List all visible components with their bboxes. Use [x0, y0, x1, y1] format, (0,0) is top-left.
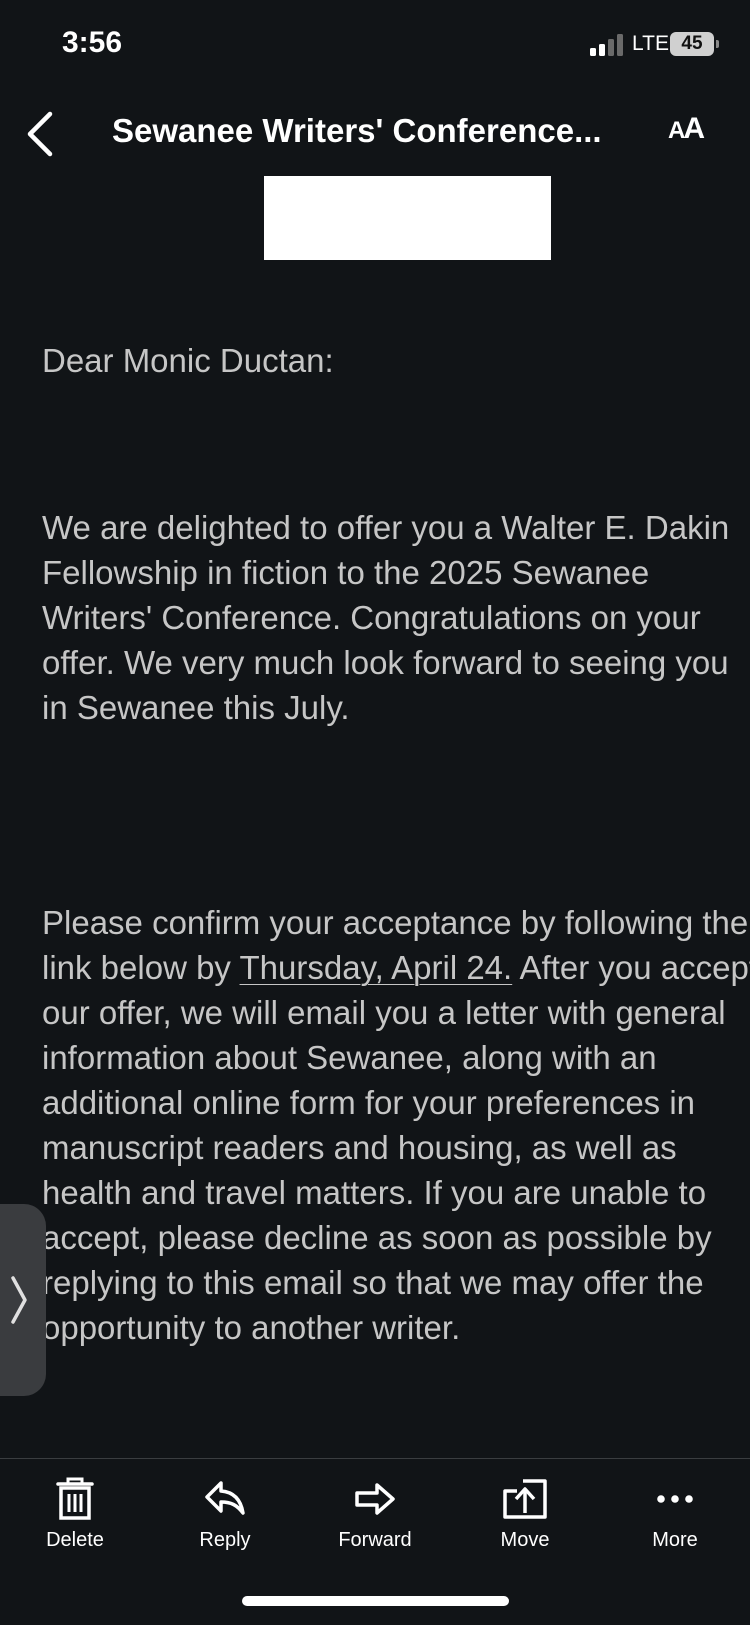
chevron-left-icon — [27, 111, 53, 157]
reply-label: Reply — [199, 1529, 251, 1551]
text-size-button[interactable]: AA — [668, 112, 705, 146]
battery-level: 45 — [681, 33, 703, 54]
deadline-date-link[interactable]: Thursday, April 24. — [240, 949, 513, 986]
move-button[interactable]: Move — [465, 1477, 585, 1552]
status-bar: 3:56 LTE 45 — [0, 0, 750, 90]
forward-button[interactable]: Forward — [315, 1477, 435, 1552]
move-label: Move — [500, 1529, 550, 1551]
forward-label: Forward — [338, 1529, 412, 1551]
nav-bar: Sewanee Writers' Conference... AA — [0, 90, 750, 176]
confirm-text-after: After you accept our offer, we will emai… — [42, 949, 750, 1346]
email-header-image — [264, 176, 551, 260]
email-subject-title: Sewanee Writers' Conference... — [112, 112, 602, 149]
more-label: More — [652, 1529, 698, 1551]
reply-button[interactable]: Reply — [165, 1477, 285, 1552]
delete-button[interactable]: Delete — [15, 1477, 135, 1552]
side-panel-handle[interactable] — [0, 1204, 46, 1396]
signal-icon — [590, 34, 623, 56]
folder-move-icon — [503, 1479, 547, 1519]
back-button[interactable] — [22, 102, 62, 162]
text-size-icon-large: A — [683, 112, 705, 145]
home-indicator[interactable] — [242, 1596, 509, 1606]
forward-arrow-icon — [355, 1483, 395, 1515]
network-type: LTE — [632, 32, 669, 55]
email-paragraph-confirm: Please confirm your acceptance by follow… — [42, 900, 750, 1350]
email-greeting: Dear Monic Ductan: — [42, 342, 334, 379]
more-button[interactable]: More — [615, 1477, 735, 1552]
chevron-right-icon — [11, 1276, 27, 1324]
ellipsis-icon — [657, 1495, 693, 1503]
status-time: 3:56 — [62, 26, 123, 59]
battery-indicator: 45 — [670, 32, 719, 56]
trash-icon — [56, 1477, 94, 1520]
email-paragraph-offer: We are delighted to offer you a Walter E… — [42, 509, 730, 726]
text-size-icon-small: A — [668, 117, 685, 144]
delete-label: Delete — [46, 1529, 104, 1551]
reply-arrow-icon — [205, 1481, 245, 1515]
